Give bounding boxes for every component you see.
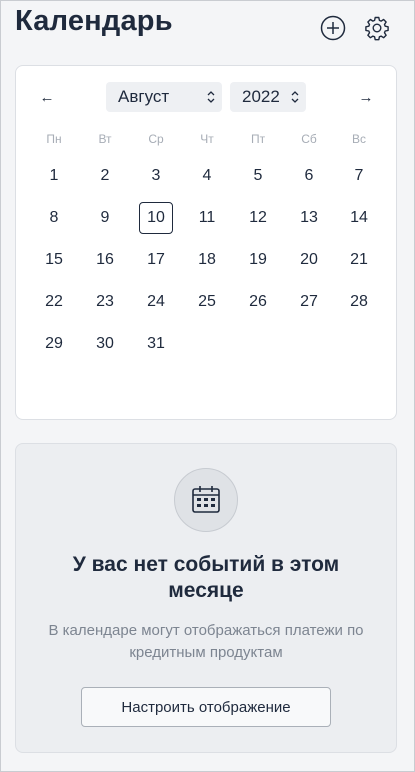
empty-state-icon-circle (174, 468, 238, 532)
weekday-label: Пт (250, 132, 266, 146)
calendar-card: ← Август 2022 → Пн Вт Ср Чт Пт Сб Вс 1 2… (15, 65, 397, 420)
empty-state-description: В календаре могут отображаться платежи п… (48, 622, 364, 661)
day-cell[interactable]: 23 (88, 286, 122, 318)
day-cell-selected[interactable]: 10 (139, 202, 173, 234)
day-cell[interactable]: 5 (241, 160, 275, 192)
day-cell[interactable]: 20 (292, 244, 326, 276)
day-cell[interactable]: 27 (292, 286, 326, 318)
weekday-label: Чт (200, 132, 214, 146)
day-cell[interactable]: 13 (292, 202, 326, 234)
day-cell[interactable]: 8 (37, 202, 71, 234)
next-month-button[interactable]: → (351, 82, 381, 112)
day-cell[interactable]: 14 (342, 202, 376, 234)
weekday-label: Пн (46, 132, 62, 146)
month-select-value: Август (118, 87, 170, 106)
day-cell[interactable]: 21 (342, 244, 376, 276)
weekday-label: Вт (98, 132, 112, 146)
day-cell[interactable]: 26 (241, 286, 275, 318)
day-cell[interactable]: 16 (88, 244, 122, 276)
day-cell[interactable]: 18 (190, 244, 224, 276)
day-cell[interactable]: 11 (190, 202, 224, 234)
settings-button[interactable] (363, 14, 391, 42)
configure-display-button[interactable]: Настроить отображение (81, 687, 331, 727)
day-cell[interactable]: 2 (88, 160, 122, 192)
header: Календарь (15, 1, 400, 57)
day-cell[interactable]: 3 (139, 160, 173, 192)
weekday-header: Пн Вт Ср Чт Пт Сб Вс (16, 132, 396, 148)
day-cell[interactable]: 4 (190, 160, 224, 192)
gear-icon (365, 16, 389, 41)
day-cell[interactable]: 24 (139, 286, 173, 318)
empty-state-title: У вас нет событий в этом месяце (72, 553, 340, 602)
calendar-nav: ← Август 2022 → (16, 82, 396, 112)
day-cell[interactable]: 6 (292, 160, 326, 192)
day-cell[interactable]: 15 (37, 244, 71, 276)
day-cell[interactable]: 19 (241, 244, 275, 276)
weekday-label: Ср (148, 132, 164, 146)
chevron-updown-icon (291, 91, 299, 103)
month-select[interactable]: Август (106, 82, 222, 112)
day-cell[interactable]: 9 (88, 202, 122, 234)
weekday-label: Сб (301, 132, 317, 146)
day-cell[interactable]: 28 (342, 286, 376, 318)
year-select[interactable]: 2022 (230, 82, 306, 112)
year-select-value: 2022 (242, 87, 280, 106)
weekday-label: Вс (351, 132, 366, 146)
day-cell[interactable]: 1 (37, 160, 71, 192)
page-title: Календарь (15, 5, 173, 37)
day-cell[interactable]: 31 (139, 328, 173, 360)
day-cell[interactable]: 7 (342, 160, 376, 192)
day-cell[interactable]: 17 (139, 244, 173, 276)
plus-circle-icon (320, 15, 346, 41)
day-cell[interactable]: 12 (241, 202, 275, 234)
app-frame: Календарь ← Август 2022 → Пн Вт Ср Чт Пт… (0, 0, 415, 772)
chevron-updown-icon (207, 91, 215, 103)
day-cell[interactable]: 30 (88, 328, 122, 360)
empty-state-card: У вас нет событий в этом месяце В календ… (15, 443, 397, 753)
day-cell[interactable]: 22 (37, 286, 71, 318)
day-cell[interactable]: 25 (190, 286, 224, 318)
day-cell[interactable]: 29 (37, 328, 71, 360)
calendar-icon (192, 486, 220, 513)
add-event-button[interactable] (319, 14, 347, 42)
prev-month-button[interactable]: ← (32, 82, 62, 112)
